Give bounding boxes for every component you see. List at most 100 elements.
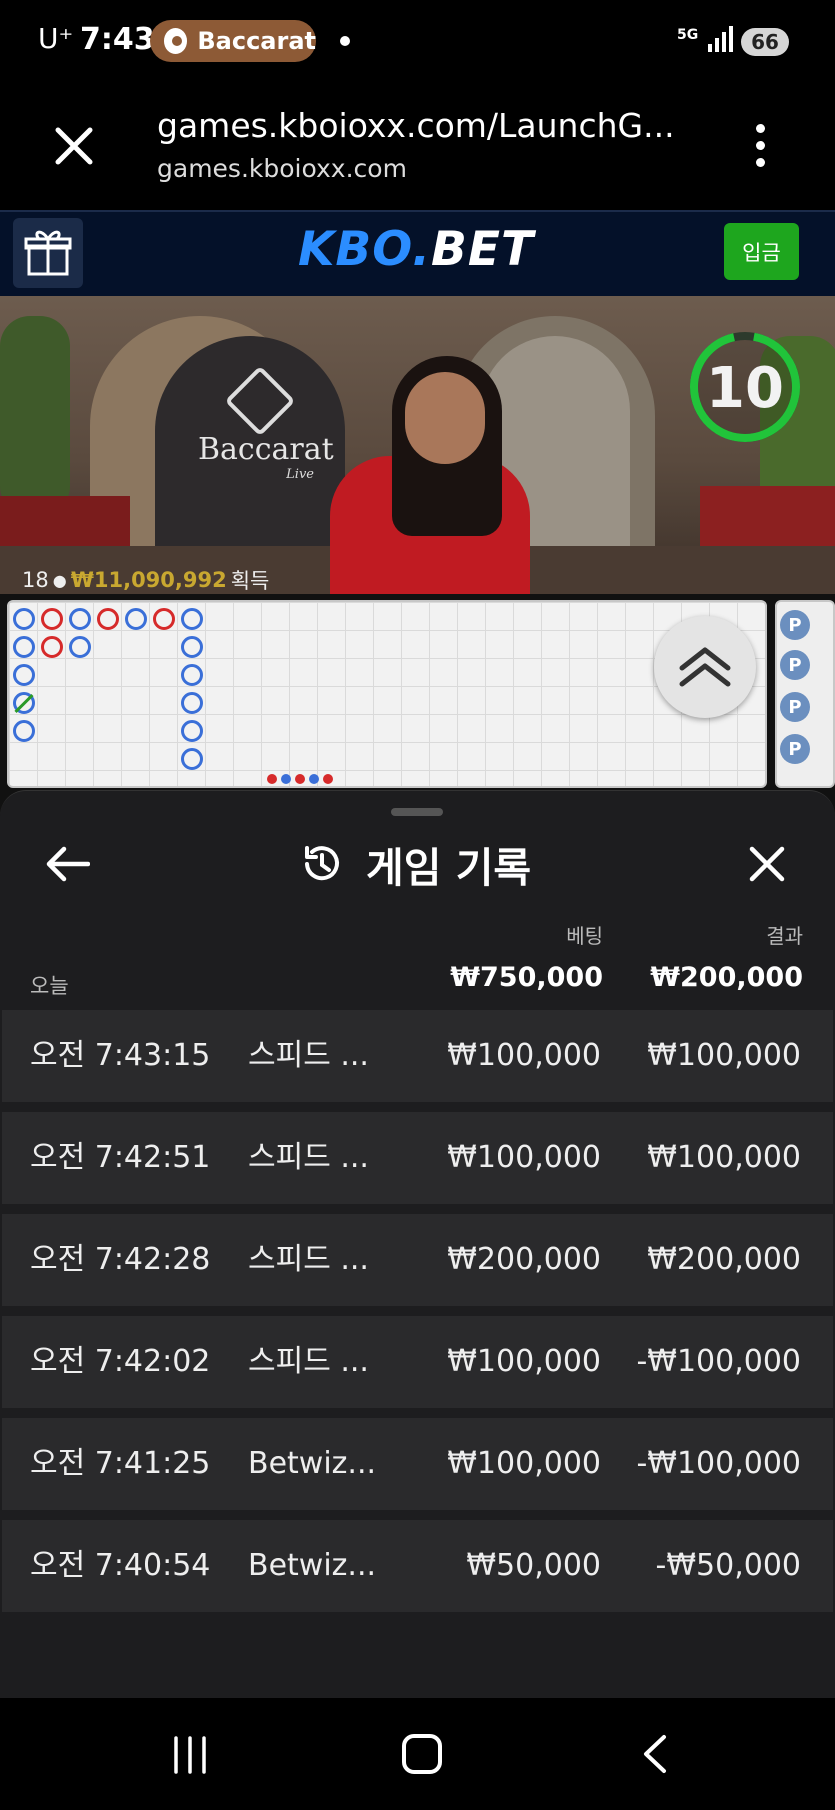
- row-bet: ₩100,000: [447, 1038, 601, 1073]
- row-result: -₩100,000: [636, 1446, 801, 1481]
- app-chip[interactable]: Baccarat: [150, 20, 316, 62]
- row-game: Betwiz...: [248, 1548, 377, 1583]
- brand-live: Live: [286, 467, 314, 482]
- row-time: 오전 7:40:54: [30, 1548, 211, 1583]
- history-row[interactable]: 오전 7:41:25 Betwiz... ₩100,000 -₩100,000: [2, 1418, 833, 1510]
- baccarat-brand: Baccarat Live: [198, 365, 334, 482]
- countdown-value: 10: [706, 356, 784, 421]
- history-row[interactable]: 오전 7:42:28 스피드 ... ₩200,000 ₩200,000: [2, 1214, 833, 1306]
- dealer-face: [405, 372, 485, 464]
- road-mark-player: [13, 664, 35, 686]
- logo-kbo: KBO.: [298, 222, 432, 277]
- road-mark-player: [181, 636, 203, 658]
- row-result: ₩200,000: [647, 1242, 801, 1277]
- row-bet: ₩100,000: [447, 1344, 601, 1379]
- video-plant: [0, 316, 70, 516]
- row-game: 스피드 ...: [248, 1242, 369, 1277]
- history-row[interactable]: 오전 7:43:15 스피드 ... ₩100,000 ₩100,000: [2, 1010, 833, 1102]
- logo-bet: BET: [431, 222, 535, 277]
- road-mark-banker: [41, 636, 63, 658]
- network-5g-icon: 5G: [677, 27, 699, 43]
- gift-button[interactable]: [13, 218, 83, 288]
- player-marker: P: [780, 650, 810, 680]
- winners-count: 18: [22, 568, 49, 592]
- row-bet: ₩100,000: [447, 1446, 601, 1481]
- road-mini-dot: [295, 774, 305, 784]
- status-time: 7:43: [80, 22, 155, 57]
- carrier-label: U⁺: [38, 22, 74, 55]
- column-header-bet: 베팅: [566, 924, 603, 948]
- row-bet: ₩50,000: [466, 1548, 601, 1583]
- more-options-icon[interactable]: [752, 124, 768, 168]
- road-mini-dot: [281, 774, 291, 784]
- road-mark-player: [181, 720, 203, 742]
- url-text[interactable]: games.kboioxx.com/LaunchG...: [157, 106, 675, 145]
- history-icon: [305, 846, 339, 881]
- row-time: 오전 7:42:28: [30, 1242, 211, 1277]
- row-time: 오전 7:42:51: [30, 1140, 211, 1175]
- recent-apps-icon[interactable]: [170, 1736, 210, 1774]
- road-mini-dot: [309, 774, 319, 784]
- notification-dot-icon: [340, 36, 350, 46]
- app-chip-label: Baccarat: [197, 27, 316, 55]
- site-logo[interactable]: KBO.BET: [298, 222, 534, 277]
- road-mark-player: [181, 748, 203, 770]
- road-mark-player: [13, 636, 35, 658]
- home-icon[interactable]: [402, 1734, 442, 1774]
- road-mark-player: [181, 692, 203, 714]
- brand-logo-icon: [224, 365, 296, 437]
- double-chevron-up-icon: [679, 647, 731, 687]
- winners-suffix: 획득: [230, 569, 270, 593]
- row-game: 스피드 ...: [248, 1140, 369, 1175]
- battery-icon: 66: [741, 28, 789, 56]
- player-marker: P: [780, 692, 810, 722]
- road-mini-dot: [323, 774, 333, 784]
- row-result: -₩50,000: [655, 1548, 801, 1583]
- history-title-text: 게임 기록: [366, 844, 532, 892]
- expand-up-button[interactable]: [654, 616, 756, 718]
- close-icon[interactable]: [748, 845, 786, 883]
- road-mark-player: [181, 608, 203, 630]
- row-bet: ₩200,000: [447, 1242, 601, 1277]
- nav-back-icon[interactable]: [640, 1734, 670, 1774]
- close-tab-icon[interactable]: [52, 124, 96, 168]
- today-label: 오늘: [30, 974, 69, 998]
- row-time: 오전 7:42:02: [30, 1344, 211, 1379]
- history-row[interactable]: 오전 7:40:54 Betwiz... ₩50,000 -₩50,000: [2, 1520, 833, 1612]
- winners-amount: ₩11,090,992: [70, 568, 227, 592]
- road-mark-player: [125, 608, 147, 630]
- row-game: Betwiz...: [248, 1446, 377, 1481]
- road-mark-player: [181, 664, 203, 686]
- url-domain: games.kboioxx.com: [157, 154, 407, 183]
- column-header-result: 결과: [766, 924, 803, 948]
- road-mini-dot: [267, 774, 277, 784]
- road-mark-player: [69, 608, 91, 630]
- total-result: ₩200,000: [650, 962, 803, 993]
- back-arrow-icon[interactable]: [44, 846, 90, 882]
- player-marker: P: [780, 734, 810, 764]
- road-mark-player: [13, 608, 35, 630]
- row-result: -₩100,000: [636, 1344, 801, 1379]
- deposit-button[interactable]: 입금: [724, 223, 799, 280]
- bead-road[interactable]: [7, 600, 767, 788]
- sheet-drag-handle[interactable]: [391, 808, 443, 816]
- chrome-icon: [164, 28, 188, 54]
- brand-name: Baccarat: [198, 432, 334, 467]
- total-bet: ₩750,000: [450, 962, 603, 993]
- gift-icon: [24, 230, 72, 276]
- user-icon: ●: [52, 570, 67, 590]
- road-mark-banker: [153, 608, 175, 630]
- road-mark-banker: [41, 608, 63, 630]
- history-row[interactable]: 오전 7:42:02 스피드 ... ₩100,000 -₩100,000: [2, 1316, 833, 1408]
- browser-bar: [0, 86, 835, 210]
- winners-banner: 18 ● ₩11,090,992 획득: [22, 565, 269, 595]
- row-time: 오전 7:43:15: [30, 1038, 211, 1073]
- row-bet: ₩100,000: [447, 1140, 601, 1175]
- history-title: 게임 기록: [298, 836, 531, 892]
- road-mark-player: [13, 720, 35, 742]
- row-game: 스피드 ...: [248, 1038, 369, 1073]
- road-mark-player: [69, 636, 91, 658]
- history-row[interactable]: 오전 7:42:51 스피드 ... ₩100,000 ₩100,000: [2, 1112, 833, 1204]
- row-game: 스피드 ...: [248, 1344, 369, 1379]
- player-marker: P: [780, 610, 810, 640]
